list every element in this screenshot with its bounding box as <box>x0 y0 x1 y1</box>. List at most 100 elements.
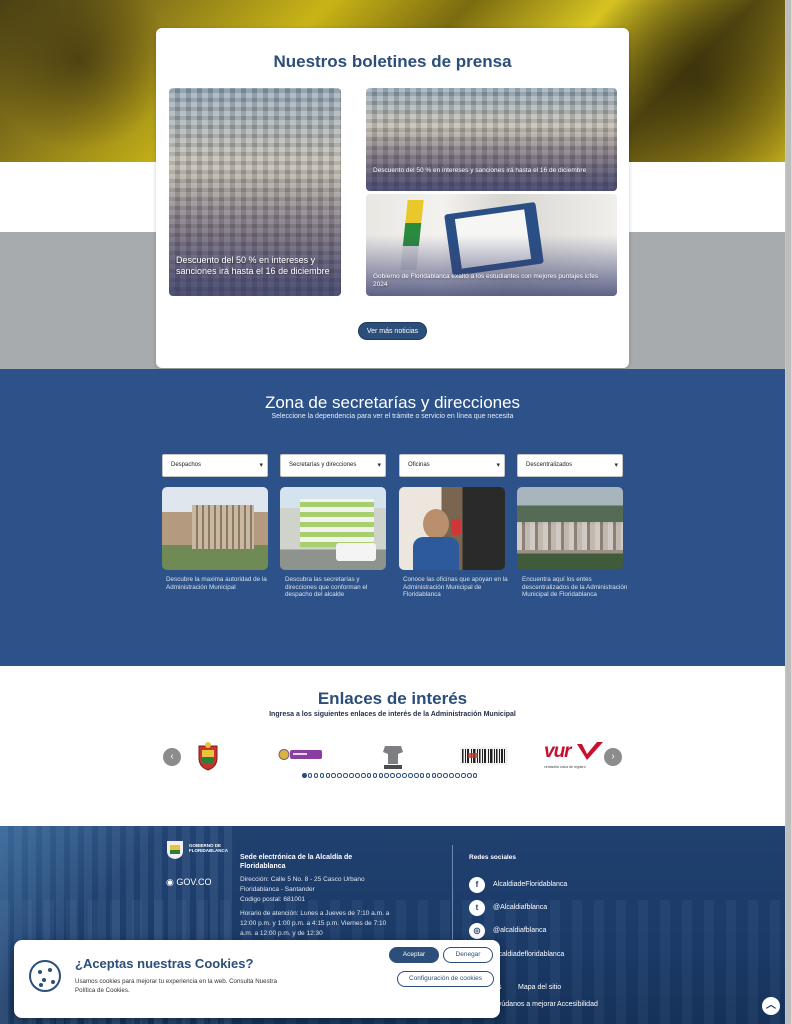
enlaces-title: Enlaces de interés <box>317 689 468 708</box>
carousel-dot[interactable] <box>319 773 325 778</box>
footer-social-title: Redes sociales <box>469 854 516 861</box>
chevron-left-icon[interactable]: ‹ <box>163 748 181 766</box>
news-item-2[interactable]: Descuento del 50 % en intereses y sancio… <box>366 88 617 191</box>
carousel-dot[interactable] <box>313 773 319 778</box>
carousel-dot[interactable] <box>455 773 460 778</box>
govco-logo[interactable]: ◉ GOV.CO <box>166 877 212 887</box>
news-card: Nuestros boletines de prensa Descuento d… <box>156 28 629 368</box>
scroll-to-top-button[interactable]: ︿ <box>762 997 780 1015</box>
select-despachos[interactable]: Despachos ▾ <box>162 454 268 477</box>
vur-logo[interactable]: vur ventanilla única de registro <box>543 740 605 772</box>
card-caption: Conoce las oficinas que apoyan en la Adm… <box>403 576 508 598</box>
gobierno-logo[interactable]: GOBIERNO DE FLORIDABLANCA <box>164 838 230 860</box>
person-shirt <box>413 537 459 570</box>
carousel-dot[interactable] <box>413 773 419 778</box>
carousel-dot[interactable] <box>419 773 425 778</box>
carousel-dot[interactable] <box>461 773 466 778</box>
card-secretarias-image[interactable] <box>280 487 386 570</box>
card-descentralizados-image[interactable] <box>517 487 623 570</box>
crest-logo[interactable] <box>196 742 220 771</box>
twitter-icon[interactable]: t <box>469 900 485 916</box>
person-head <box>423 509 449 539</box>
chevron-down-icon: ▾ <box>259 462 263 469</box>
youtube-link[interactable]: alcaldiadefloridablanca <box>493 951 564 958</box>
carousel-dot[interactable] <box>425 773 431 778</box>
carousel-dot[interactable] <box>443 773 448 778</box>
carousel-dot[interactable] <box>349 773 354 778</box>
carousel-dot[interactable] <box>307 773 313 778</box>
secretarias-section: Zona de secretarías y direcciones Selecc… <box>0 369 785 666</box>
footer-hours: Horario de atención: Lunes a Jueves de 7… <box>240 910 390 937</box>
carousel-dot[interactable] <box>396 773 401 778</box>
footer-link-sitemap[interactable]: Mapa del sitio <box>518 983 561 993</box>
footer-sede-title: Sede electrónica de la Alcaldía de Flori… <box>240 854 353 870</box>
van-shape <box>336 543 376 561</box>
carousel-dot[interactable] <box>372 773 378 778</box>
select-value: Descentralizados <box>526 462 573 468</box>
purple-badge-logo[interactable] <box>278 748 322 761</box>
cookie-settings-button[interactable]: Configuración de cookies <box>397 971 494 987</box>
news-item-3[interactable]: Gobierno de Floridablanca exaltó a los e… <box>366 194 617 296</box>
enlaces-subtitle: Ingresa a los siguientes enlaces de inte… <box>269 711 516 718</box>
carousel-dot[interactable] <box>384 773 390 778</box>
news-overlay <box>366 129 617 191</box>
select-value: Oficinas <box>408 462 430 468</box>
carousel-dot[interactable] <box>355 773 360 778</box>
carousel-dot[interactable] <box>337 773 342 778</box>
govco-icon: ◉ <box>166 877 177 887</box>
footer-link-accessibility[interactable]: Accesibilidad <box>557 1000 598 1010</box>
twitter-link[interactable]: @Alcaldiafblanca <box>493 904 547 911</box>
scrollbar-thumb[interactable] <box>786 0 791 1024</box>
facebook-link[interactable]: AlcaldiadeFloridablanca <box>493 881 567 888</box>
deny-cookies-button[interactable]: Denegar <box>443 947 493 963</box>
carousel-dot[interactable] <box>378 773 384 778</box>
card-despachos-image[interactable] <box>162 487 268 570</box>
carousel-dot[interactable] <box>360 773 366 778</box>
cookie-banner: ¿Aceptas nuestras Cookies? Usamos cookie… <box>14 940 500 1018</box>
accept-cookies-button[interactable]: Aceptar <box>389 947 439 963</box>
gobierno-logo-text: GOBIERNO DE FLORIDABLANCA <box>189 843 228 853</box>
news-overlay <box>169 171 341 296</box>
carousel-dot[interactable] <box>437 773 443 778</box>
chevron-down-icon: ▾ <box>496 462 500 469</box>
carousel-dot[interactable] <box>325 773 331 778</box>
news-caption: Descuento del 50 % en intereses y sancio… <box>373 167 587 174</box>
news-caption: Gobierno de Floridablanca exaltó a los e… <box>373 273 599 288</box>
carousel-dot[interactable] <box>331 773 337 778</box>
carousel-dot[interactable] <box>466 773 472 778</box>
carousel-dot[interactable] <box>472 773 478 778</box>
carousel-dot[interactable] <box>390 773 395 778</box>
vur-tagline: ventanilla única de registro <box>544 765 586 769</box>
select-secretarias[interactable]: Secretarías y direcciones ▾ <box>280 454 386 477</box>
cookie-title: ¿Aceptas nuestras Cookies? <box>75 956 254 971</box>
instagram-icon[interactable]: ◎ <box>469 923 485 939</box>
footer-link-feedback[interactable]: ayúdanos a mejorar <box>494 1000 556 1010</box>
carousel-dot[interactable] <box>449 773 454 778</box>
secretarias-subtitle: Seleccione la dependencia para ver el tr… <box>271 413 514 420</box>
select-oficinas[interactable]: Oficinas ▾ <box>399 454 505 477</box>
chevron-down-icon: ▾ <box>377 462 381 469</box>
chevron-right-icon[interactable]: › <box>604 748 622 766</box>
cookie-icon <box>29 960 61 992</box>
more-news-button[interactable]: Ver más noticias <box>358 322 427 340</box>
carousel-dot[interactable] <box>408 773 413 778</box>
card-caption: Encuentra aquí los entes descentralizado… <box>522 576 628 598</box>
carousel-dot[interactable] <box>343 773 348 778</box>
scrollbar[interactable] <box>785 0 792 1024</box>
facebook-icon[interactable]: f <box>469 877 485 893</box>
carousel-dot[interactable] <box>302 773 307 778</box>
barcode-logo[interactable] <box>460 747 508 765</box>
instagram-link[interactable]: @alcaldiafblanca <box>493 927 546 934</box>
news-item-1[interactable]: Descuento del 50 % en intereses y sancio… <box>169 88 341 296</box>
card-oficinas-image[interactable] <box>399 487 505 570</box>
news-caption: Descuento del 50 % en intereses y sancio… <box>176 255 330 276</box>
carousel-dot[interactable] <box>366 773 372 778</box>
lena-logo[interactable] <box>381 744 405 770</box>
microphone-shape <box>451 519 461 535</box>
govco-text: GOV.CO <box>176 877 212 887</box>
select-descentralizados[interactable]: Descentralizados ▾ <box>517 454 623 477</box>
footer-postal: Codigo postal: 681001 <box>240 896 306 903</box>
cookie-text: Usamos cookies para mejorar tu experienc… <box>75 978 277 994</box>
carousel-dot[interactable] <box>402 773 407 778</box>
carousel-dot[interactable] <box>431 773 437 778</box>
